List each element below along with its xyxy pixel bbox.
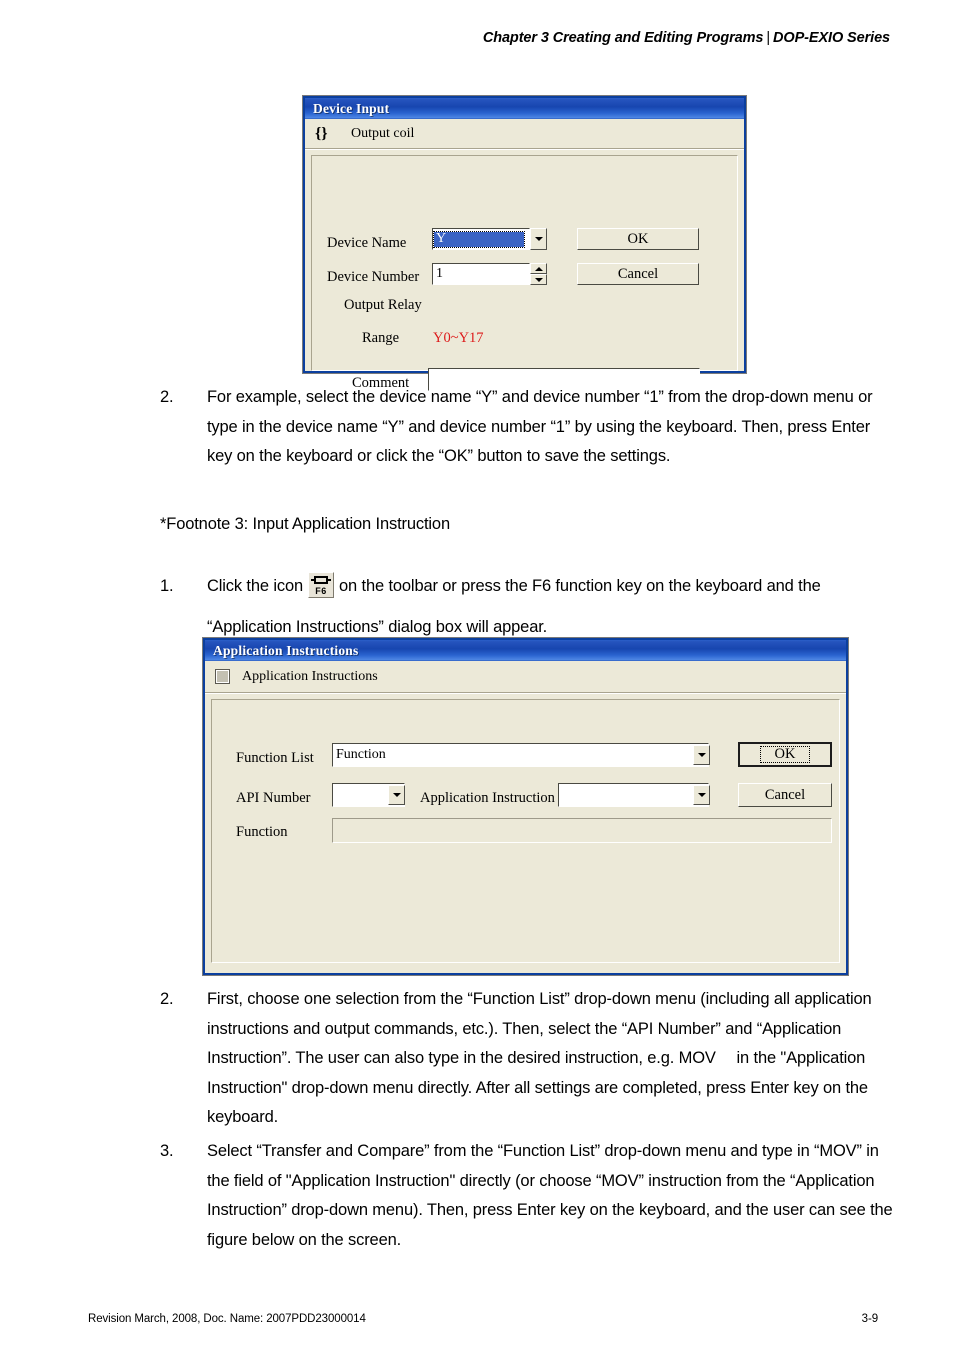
f6-toolbar-icon: F6 <box>308 572 335 598</box>
step-app-2-number: 2. <box>160 990 174 1008</box>
page-footer: Revision March, 2008, Doc. Name: 2007PDD… <box>88 1313 878 1325</box>
device-name-combo[interactable]: Y <box>432 228 530 250</box>
application-instructions-title: Application Instructions <box>213 643 359 658</box>
step-app-1-number: 1. <box>160 577 174 595</box>
f6-icon-label: F6 <box>315 586 327 596</box>
device-input-cancel-button[interactable]: Cancel <box>577 263 699 285</box>
range-value: Y0~Y17 <box>433 330 484 346</box>
step-device-2-text: For example, select the device name “Y” … <box>207 388 873 465</box>
step-app-3-number: 3. <box>160 1142 174 1160</box>
footnote-3: *Footnote 3: Input Application Instructi… <box>160 515 450 533</box>
device-number-input[interactable]: 1 <box>432 263 530 285</box>
device-input-cancel-label: Cancel <box>617 265 659 282</box>
device-number-label: Device Number <box>327 269 420 285</box>
application-instruction-combo[interactable] <box>558 783 709 807</box>
application-instructions-cancel-label: Cancel <box>764 786 806 803</box>
step-device-2-number: 2. <box>160 388 174 406</box>
output-coil-icon: { } <box>315 124 328 142</box>
chevron-down-icon <box>697 793 706 797</box>
function-list-dropdown-button[interactable] <box>693 745 710 765</box>
application-instructions-subheader: Application Instructions <box>205 661 846 693</box>
step-app-1-text-before: Click the icon <box>207 577 304 595</box>
step-app-3-text: Select “Transfer and Compare” from the “… <box>207 1142 893 1249</box>
chevron-down-icon <box>697 753 706 757</box>
chevron-down-icon <box>392 793 401 797</box>
application-instructions-dialog: Application Instructions Application Ins… <box>203 638 848 975</box>
function-list-label: Function List <box>236 750 314 766</box>
header-series: DOP-EXIO Series <box>773 30 890 46</box>
device-name-value: Y <box>433 230 525 248</box>
coil-glyph <box>311 576 332 584</box>
function-readonly-field <box>332 818 832 843</box>
step-app-1-text: Click the icon F6 on the toolbar or press … <box>207 566 885 648</box>
device-name-dropdown-button[interactable] <box>530 228 547 250</box>
header-separator: | <box>766 30 771 46</box>
device-number-stepper[interactable] <box>530 263 547 285</box>
application-instructions-panel: Function List Function OK API Number App… <box>211 699 840 963</box>
chevron-down-icon <box>534 237 543 241</box>
application-instruction-label: Application Instruction <box>420 790 555 806</box>
device-input-dialog: Device Input { } Output coil Device Name… <box>303 96 746 391</box>
arrow-down-icon <box>534 277 543 282</box>
stepper-down-button[interactable] <box>530 274 547 285</box>
step-app-2-text: First, choose one selection from the “Fu… <box>207 990 872 1126</box>
output-relay-label: Output Relay <box>344 297 422 313</box>
function-list-value: Function <box>336 747 386 762</box>
application-instructions-cancel-button[interactable]: Cancel <box>738 783 832 807</box>
device-input-ok-label: OK <box>627 230 649 247</box>
step-app-2: 2. First, choose one selection from the … <box>160 985 885 1133</box>
device-input-ok-button[interactable]: OK <box>577 228 699 250</box>
step-device-2: 2. For example, select the device name “… <box>160 383 885 472</box>
step-app-3: 3. Select “Transfer and Compare” from th… <box>160 1137 895 1255</box>
function-label: Function <box>236 824 288 840</box>
application-instructions-ok-label: OK <box>759 746 811 763</box>
device-input-title: Device Input <box>313 101 390 116</box>
device-input-subtitle: Output coil <box>351 125 415 141</box>
header-chapter: Chapter 3 Creating and Editing Programs <box>482 30 764 46</box>
function-list-combo[interactable]: Function <box>332 743 709 767</box>
page-header: Chapter 3 Creating and Editing Programs |… <box>0 30 890 46</box>
device-input-body: Device Name Y Device Number 1 Output Rel… <box>305 149 744 391</box>
device-number-value: 1 <box>436 266 443 281</box>
application-instructions-body: Function List Function OK API Number App… <box>205 693 846 969</box>
device-input-panel: Device Name Y Device Number 1 Output Rel… <box>311 155 738 391</box>
application-instruction-dropdown-button[interactable] <box>693 785 710 805</box>
application-instructions-titlebar: Application Instructions <box>205 640 846 661</box>
instruction-box-icon <box>215 669 230 684</box>
range-label: Range <box>362 330 400 346</box>
api-number-label: API Number <box>236 790 311 806</box>
footer-revision: Revision March, 2008, Doc. Name: 2007PDD… <box>88 1313 366 1325</box>
step-app-1: 1. Click the icon F6 on the toolbar or pre… <box>160 566 885 648</box>
stepper-up-button[interactable] <box>530 263 547 274</box>
device-input-subheader: { } Output coil <box>305 119 744 149</box>
footer-page-number: 3-9 <box>861 1313 878 1325</box>
application-instructions-subtitle: Application Instructions <box>242 668 378 684</box>
arrow-up-icon <box>534 266 543 271</box>
device-input-titlebar: Device Input <box>305 98 744 119</box>
application-instructions-ok-button[interactable]: OK <box>738 742 832 767</box>
api-number-dropdown-button[interactable] <box>388 785 405 805</box>
device-name-label: Device Name <box>327 235 407 251</box>
